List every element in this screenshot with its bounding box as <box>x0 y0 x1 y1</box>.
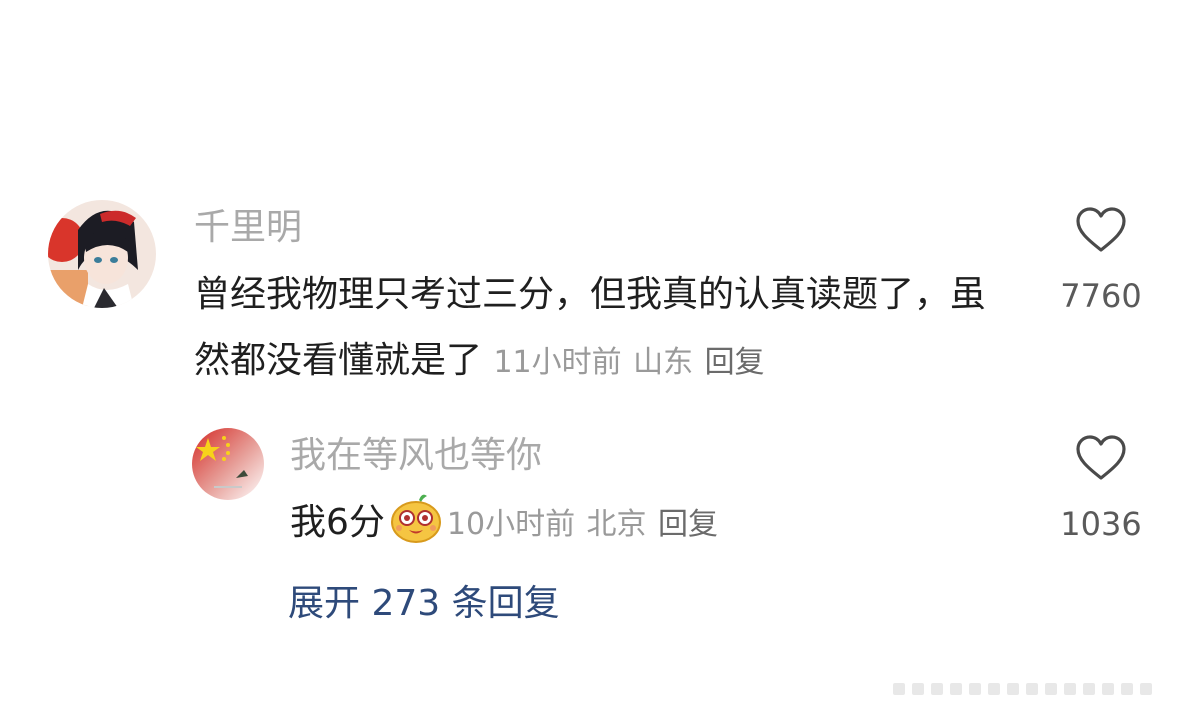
reply-avatar[interactable] <box>192 428 264 500</box>
heart-icon[interactable] <box>1075 434 1127 482</box>
comment-like[interactable]: 7760 <box>1046 206 1156 316</box>
heart-icon[interactable] <box>1075 206 1127 254</box>
reply-like-count: 1036 <box>1060 505 1142 543</box>
reply-body: 我6分 10小时前 北京 回复 <box>290 490 990 558</box>
flag-avatar-icon <box>192 428 264 500</box>
reply-text: 我6分 <box>290 502 385 543</box>
reply-time: 10小时前 <box>446 507 576 542</box>
anime-avatar-icon <box>48 200 156 308</box>
expand-replies-link[interactable]: 展开 273 条回复 <box>288 580 560 628</box>
reply-username[interactable]: 我在等风也等你 <box>290 434 542 478</box>
comment-body: 曾经我物理只考过三分，但我真的认真读题了，虽然都没看懂就是了 11小时前 山东 … <box>194 262 1014 396</box>
reply-reply-button[interactable]: 回复 <box>658 507 718 542</box>
comment-time: 11小时前 <box>493 345 622 380</box>
watermark <box>893 683 1165 695</box>
comment-avatar[interactable] <box>48 200 156 308</box>
comment-username[interactable]: 千里明 <box>194 206 302 250</box>
reply-location: 北京 <box>586 507 647 542</box>
cute-face-emoji-icon <box>390 494 441 543</box>
comment-reply-button[interactable]: 回复 <box>705 345 765 380</box>
comment-location: 山东 <box>633 345 694 380</box>
comment-like-count: 7760 <box>1060 277 1142 315</box>
reply-like[interactable]: 1036 <box>1046 434 1156 544</box>
